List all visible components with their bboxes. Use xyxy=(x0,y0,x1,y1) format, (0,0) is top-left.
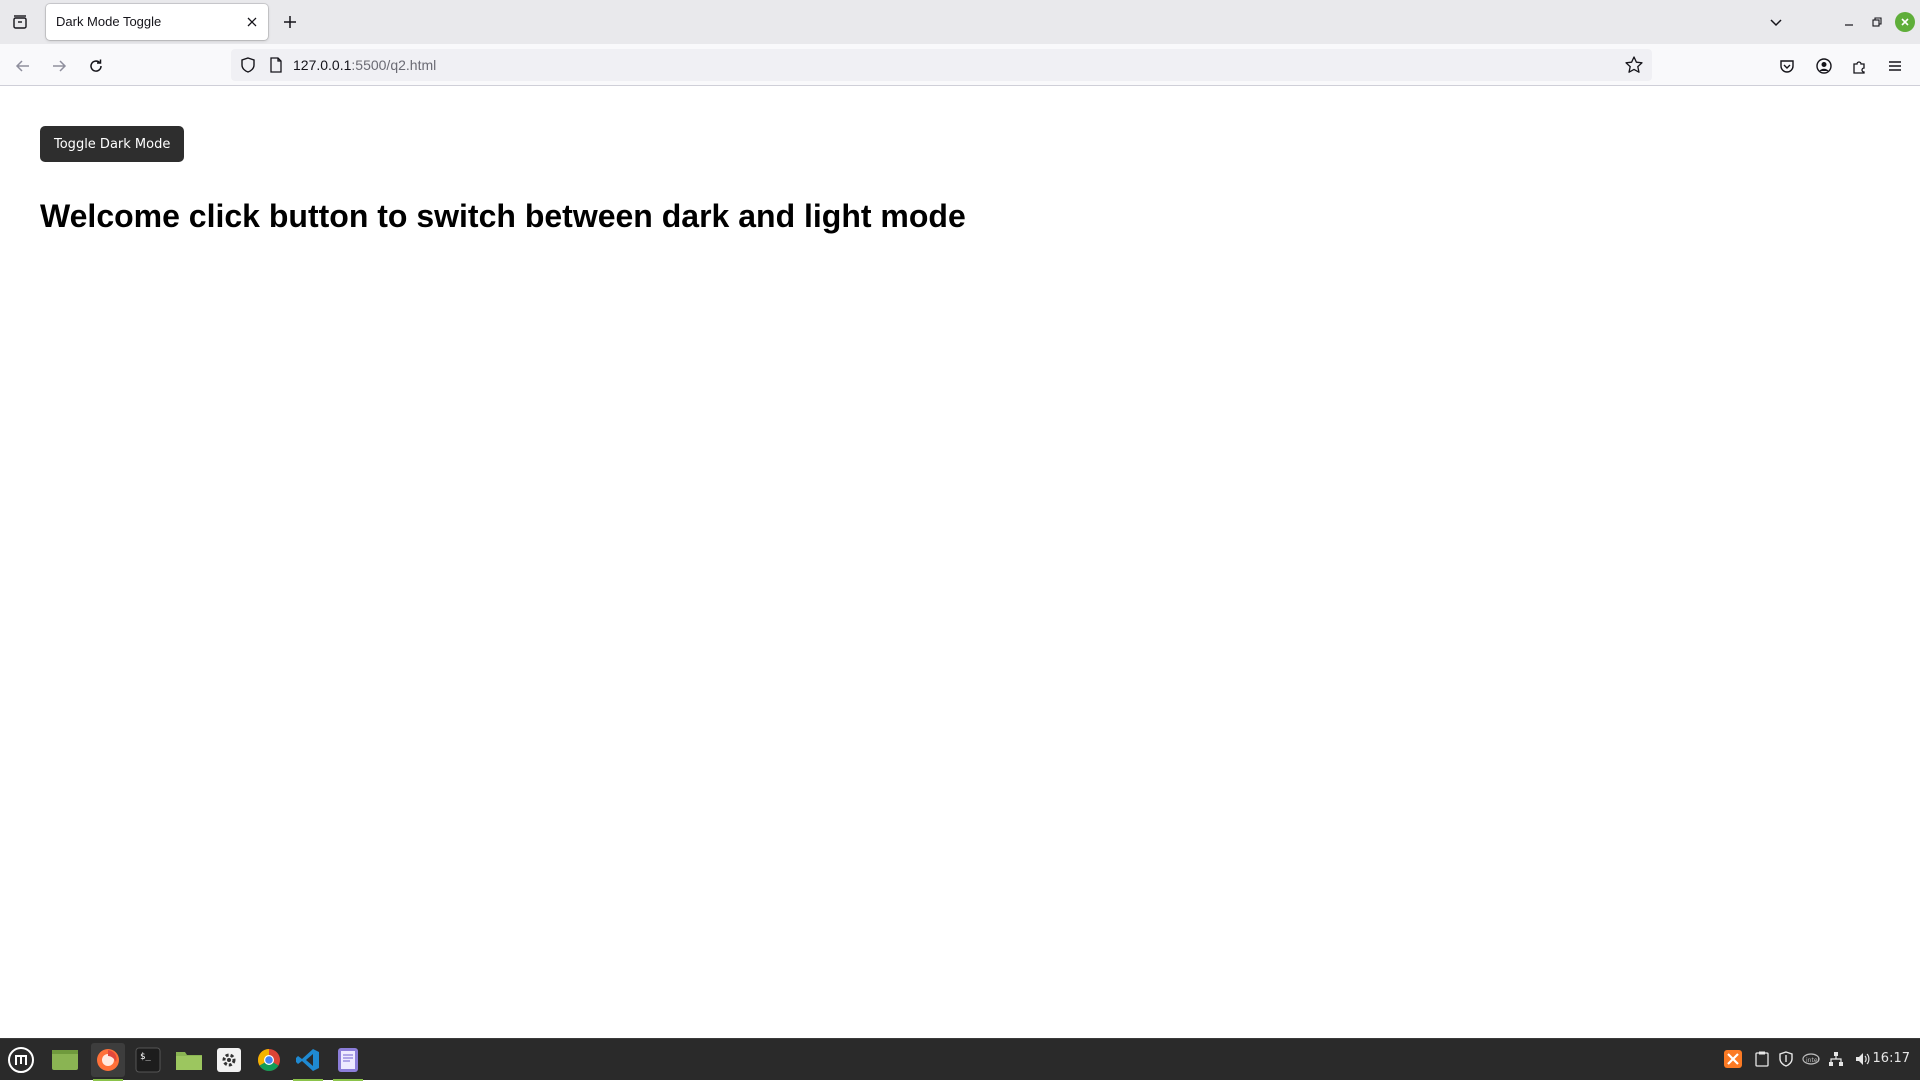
url-host: 127.0.0.1 xyxy=(293,57,352,73)
close-window-icon[interactable] xyxy=(1895,12,1915,32)
taskbar: $_ intel 16:17 xyxy=(0,1038,1920,1081)
clock[interactable]: 16:17 xyxy=(1873,1051,1910,1066)
terminal-icon[interactable]: $_ xyxy=(131,1043,165,1077)
browser-tab[interactable]: Dark Mode Toggle xyxy=(46,4,268,40)
restore-icon[interactable] xyxy=(1865,10,1889,34)
account-icon[interactable] xyxy=(1810,52,1838,80)
navigation-toolbar: 127.0.0.1:5500/q2.html xyxy=(0,44,1920,86)
page-content: Toggle Dark Mode Welcome click button to… xyxy=(0,86,1920,1038)
clipboard-icon[interactable] xyxy=(1753,1050,1771,1068)
toggle-dark-mode-button[interactable]: Toggle Dark Mode xyxy=(40,126,185,162)
page-info-icon[interactable] xyxy=(267,56,285,74)
shield-icon[interactable] xyxy=(1777,1050,1795,1068)
new-tab-icon[interactable] xyxy=(278,10,302,34)
extensions-icon[interactable] xyxy=(1846,52,1874,80)
back-icon[interactable] xyxy=(9,52,37,80)
pocket-icon[interactable] xyxy=(1773,52,1801,80)
network-card-icon[interactable]: intel xyxy=(1802,1050,1820,1068)
text-editor-icon[interactable] xyxy=(331,1043,365,1081)
svg-text:intel: intel xyxy=(1806,1057,1820,1064)
tab-title: Dark Mode Toggle xyxy=(56,14,162,29)
bookmark-star-icon[interactable] xyxy=(1624,55,1644,75)
minimize-icon[interactable] xyxy=(1837,10,1861,34)
menu-hamburger-icon[interactable] xyxy=(1881,52,1909,80)
address-bar[interactable]: 127.0.0.1:5500/q2.html xyxy=(231,49,1652,81)
svg-text:$_: $_ xyxy=(140,1052,151,1062)
reload-icon[interactable] xyxy=(82,52,110,80)
tab-strip: Dark Mode Toggle xyxy=(0,0,1920,44)
url-path: :5500/q2.html xyxy=(351,57,437,73)
firefox-icon[interactable] xyxy=(91,1043,125,1081)
xampp-icon[interactable] xyxy=(1724,1050,1742,1068)
tracking-protection-icon[interactable] xyxy=(239,56,257,74)
chrome-icon[interactable] xyxy=(252,1043,286,1077)
settings-icon[interactable] xyxy=(212,1043,246,1077)
forward-icon[interactable] xyxy=(45,52,73,80)
chevron-down-icon[interactable] xyxy=(1764,10,1788,34)
files-icon[interactable] xyxy=(172,1043,206,1077)
vscode-icon[interactable] xyxy=(291,1043,325,1081)
network-icon[interactable] xyxy=(1827,1050,1845,1068)
volume-icon[interactable] xyxy=(1853,1050,1871,1068)
page-heading: Welcome click button to switch between d… xyxy=(40,198,966,234)
desktop-icon[interactable] xyxy=(48,1043,82,1077)
url-text: 127.0.0.1:5500/q2.html xyxy=(293,57,436,73)
menu-icon[interactable] xyxy=(4,1043,38,1077)
tab-list-icon[interactable] xyxy=(8,10,32,34)
close-tab-icon[interactable] xyxy=(242,12,262,32)
